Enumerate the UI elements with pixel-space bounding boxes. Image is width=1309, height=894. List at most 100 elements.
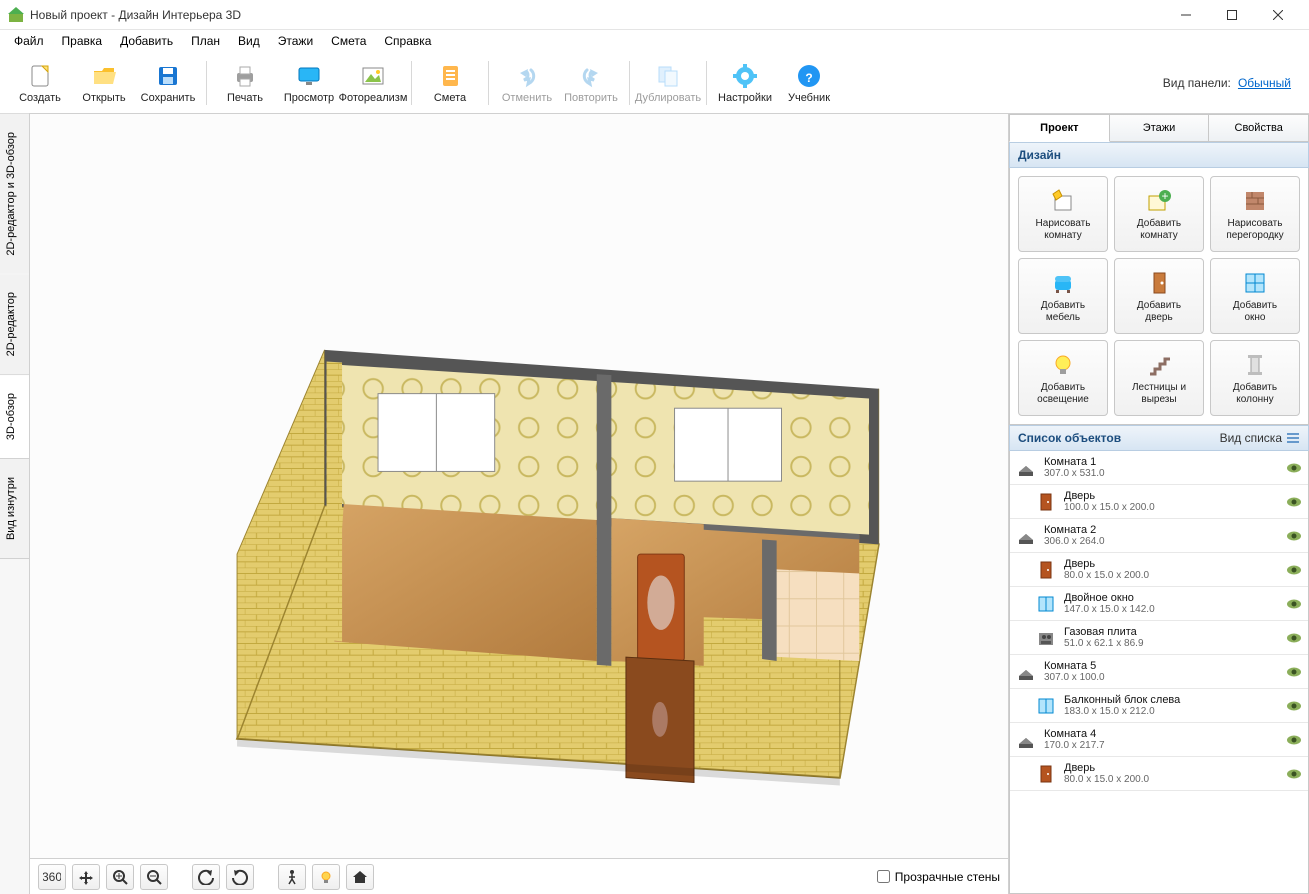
preview-button[interactable]: Просмотр <box>277 54 341 112</box>
monitor-icon <box>295 62 323 90</box>
menu-файл[interactable]: Файл <box>6 32 52 50</box>
viewport-3d[interactable] <box>30 114 1008 858</box>
object-item[interactable]: Комната 5307.0 x 100.0 <box>1010 655 1308 689</box>
left-tab-3[interactable]: Вид изнутри <box>0 459 29 559</box>
new-file-icon <box>26 62 54 90</box>
object-name: Комната 4 <box>1044 728 1278 740</box>
titlebar: Новый проект - Дизайн Интерьера 3D <box>0 0 1309 30</box>
estimate-button[interactable]: Смета <box>418 54 482 112</box>
design-add-window[interactable]: Добавитьокно <box>1210 258 1300 334</box>
visibility-toggle[interactable] <box>1286 462 1302 474</box>
zoom-in-button[interactable] <box>106 864 134 890</box>
right-tab-проект[interactable]: Проект <box>1009 114 1110 142</box>
menu-правка[interactable]: Правка <box>54 32 111 50</box>
transparent-walls-checkbox[interactable]: Прозрачные стены <box>877 870 1000 884</box>
menu-план[interactable]: План <box>183 32 228 50</box>
close-button[interactable] <box>1255 0 1301 30</box>
home-button[interactable] <box>346 864 374 890</box>
object-item[interactable]: Двойное окно147.0 x 15.0 x 142.0 <box>1010 587 1308 621</box>
object-item[interactable]: Дверь80.0 x 15.0 x 200.0 <box>1010 553 1308 587</box>
orbit-right-button[interactable] <box>226 864 254 890</box>
object-item[interactable]: Комната 2306.0 x 264.0 <box>1010 519 1308 553</box>
left-tab-0[interactable]: 2D-редактор и 3D-обзор <box>0 114 29 274</box>
design-add-column[interactable]: Добавитьколонну <box>1210 340 1300 416</box>
notebook-icon <box>436 62 464 90</box>
visibility-toggle[interactable] <box>1286 700 1302 712</box>
rotate-360-button[interactable]: 360 <box>38 864 66 890</box>
pan-button[interactable] <box>72 864 100 890</box>
undo-button[interactable]: Отменить <box>495 54 559 112</box>
settings-button[interactable]: Настройки <box>713 54 777 112</box>
design-stairs[interactable]: Лестницы ивырезы <box>1114 340 1204 416</box>
object-dimensions: 170.0 x 217.7 <box>1044 740 1278 751</box>
visibility-toggle[interactable] <box>1286 632 1302 644</box>
room-icon <box>1016 458 1036 478</box>
menu-смета[interactable]: Смета <box>323 32 374 50</box>
visibility-toggle[interactable] <box>1286 564 1302 576</box>
visibility-toggle[interactable] <box>1286 666 1302 678</box>
design-add-room[interactable]: +Добавитькомнату <box>1114 176 1204 252</box>
visibility-toggle[interactable] <box>1286 734 1302 746</box>
separator <box>629 61 630 105</box>
redo-button[interactable]: Повторить <box>559 54 623 112</box>
open-button[interactable]: Открыть <box>72 54 136 112</box>
menu-справка[interactable]: Справка <box>376 32 439 50</box>
list-view-icon[interactable] <box>1286 431 1300 445</box>
object-dimensions: 100.0 x 15.0 x 200.0 <box>1064 502 1278 513</box>
object-name: Газовая плита <box>1064 626 1278 638</box>
tutorial-button[interactable]: ? Учебник <box>777 54 841 112</box>
svg-text:360: 360 <box>43 870 61 884</box>
separator <box>488 61 489 105</box>
object-item[interactable]: Комната 1307.0 x 531.0 <box>1010 451 1308 485</box>
print-button[interactable]: Печать <box>213 54 277 112</box>
object-item[interactable]: Балконный блок слева183.0 x 15.0 x 212.0 <box>1010 689 1308 723</box>
right-tab-этажи[interactable]: Этажи <box>1110 114 1210 142</box>
object-name: Комната 5 <box>1044 660 1278 672</box>
svg-text:+: + <box>1161 189 1168 203</box>
visibility-toggle[interactable] <box>1286 598 1302 610</box>
create-button[interactable]: Создать <box>8 54 72 112</box>
object-item[interactable]: Дверь100.0 x 15.0 x 200.0 <box>1010 485 1308 519</box>
transparent-walls-input[interactable] <box>877 870 890 883</box>
menu-этажи[interactable]: Этажи <box>270 32 321 50</box>
design-add-door[interactable]: Добавитьдверь <box>1114 258 1204 334</box>
draw-partition-icon <box>1241 187 1269 215</box>
visibility-toggle[interactable] <box>1286 768 1302 780</box>
object-item[interactable]: Газовая плита51.0 x 62.1 x 86.9 <box>1010 621 1308 655</box>
add-column-icon <box>1241 351 1269 379</box>
design-tools: Нарисоватькомнату+ДобавитькомнатуНарисов… <box>1009 168 1309 425</box>
lighting-button[interactable] <box>312 864 340 890</box>
photorealism-button[interactable]: Фотореализм <box>341 54 405 112</box>
object-dimensions: 306.0 x 264.0 <box>1044 536 1278 547</box>
walk-button[interactable] <box>278 864 306 890</box>
left-tab-1[interactable]: 2D-редактор <box>0 274 29 375</box>
object-item[interactable]: Дверь80.0 x 15.0 x 200.0 <box>1010 757 1308 791</box>
design-add-furniture[interactable]: Добавитьмебель <box>1018 258 1108 334</box>
visibility-toggle[interactable] <box>1286 530 1302 542</box>
right-tab-свойства[interactable]: Свойства <box>1209 114 1309 142</box>
maximize-button[interactable] <box>1209 0 1255 30</box>
objects-view-label: Вид списка <box>1220 431 1282 445</box>
minimize-button[interactable] <box>1163 0 1209 30</box>
object-item[interactable]: Комната 4170.0 x 217.7 <box>1010 723 1308 757</box>
separator <box>411 61 412 105</box>
object-dimensions: 80.0 x 15.0 x 200.0 <box>1064 570 1278 581</box>
add-furniture-icon <box>1049 269 1077 297</box>
design-draw-room[interactable]: Нарисоватькомнату <box>1018 176 1108 252</box>
design-draw-partition[interactable]: Нарисоватьперегородку <box>1210 176 1300 252</box>
menu-вид[interactable]: Вид <box>230 32 268 50</box>
add-light-icon <box>1049 351 1077 379</box>
orbit-left-button[interactable] <box>192 864 220 890</box>
panel-mode-link[interactable]: Обычный <box>1238 76 1291 90</box>
left-tab-2[interactable]: 3D-обзор <box>0 375 29 459</box>
design-add-light[interactable]: Добавитьосвещение <box>1018 340 1108 416</box>
zoom-out-button[interactable] <box>140 864 168 890</box>
view-toolbar: 360 Прозрачные стены <box>30 858 1008 894</box>
object-name: Балконный блок слева <box>1064 694 1278 706</box>
object-dimensions: 307.0 x 531.0 <box>1044 468 1278 479</box>
menu-добавить[interactable]: Добавить <box>112 32 181 50</box>
save-button[interactable]: Сохранить <box>136 54 200 112</box>
add-room-icon: + <box>1145 187 1173 215</box>
visibility-toggle[interactable] <box>1286 496 1302 508</box>
duplicate-button[interactable]: Дублировать <box>636 54 700 112</box>
